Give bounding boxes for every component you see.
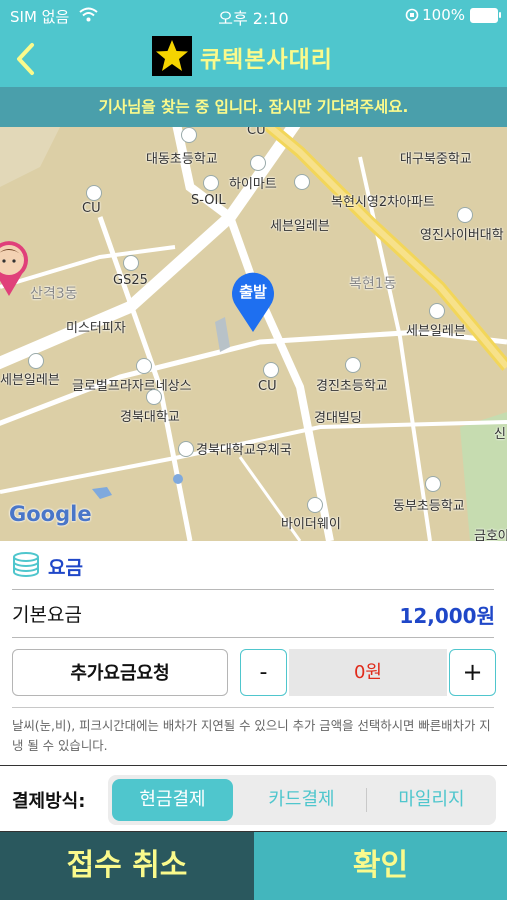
store-poi-icon [86,185,102,201]
base-fare-value: 12,000원 [399,604,495,628]
fuel-poi-icon [203,175,219,191]
base-fare-label: 기본요금 [12,604,82,626]
departure-pin-label: 출발 [239,283,267,301]
searching-driver-banner: 기사님을 찾는 중 입니다. 잠시만 기다려주세요. [0,87,507,127]
fare-section-title: 요금 [48,557,83,579]
map-label-bokhyeon-apt: 복현시영2차아파트 [331,195,435,210]
building-poi-icon [136,358,152,374]
school-poi-icon [457,207,473,223]
decrease-extra-fare-button[interactable]: - [240,649,287,696]
school-poi-icon [425,476,441,492]
map-label-knu: 경북대학교 [120,410,180,425]
map-label-knu-post: 경북대학교우체국 [196,443,292,458]
map-label-mister-pizza: 미스터피자 [66,321,126,336]
store-poi-icon [28,353,44,369]
school-poi-icon [146,389,162,405]
store-poi-icon [307,497,323,513]
extra-fare-request-button[interactable]: 추가요금요청 [12,649,228,696]
google-attribution: Google [9,502,92,526]
divider [12,637,494,638]
map-label-buy-the-way: 바이더웨이 [281,517,341,532]
driver-avatar-marker-icon[interactable] [0,240,30,298]
map-label-sin: 신 [494,427,506,442]
school-poi-icon [181,127,197,143]
map-label-daedong-school: 대동초등학교 [146,152,218,167]
store-poi-icon [263,362,279,378]
map-label-s-oil: S-OIL [191,193,226,208]
divider [12,707,494,708]
app-title: 큐텍본사대리 [200,47,333,73]
logo [152,36,192,76]
store-poi-icon [429,303,445,319]
divider [12,589,494,590]
battery-icon [470,8,501,23]
departure-pin-icon[interactable] [230,270,276,334]
cancel-request-button[interactable]: 접수 취소 [0,832,254,900]
map-label-cu-mid: CU [258,379,277,394]
school-poi-icon [345,357,361,373]
increase-extra-fare-button[interactable]: + [449,649,496,696]
post-office-poi-icon [178,441,194,457]
map-label-hi-mart: 하이마트 [229,177,277,192]
extra-fare-notice: 날씨(눈,비), 피크시간대에는 배차가 지연될 수 있으니 추가 금액을 선택… [12,718,491,753]
map-label-sangyeok3: 산격3동 [30,286,78,302]
coins-stack-icon [13,552,39,577]
map-label-yeongjin-cyber: 영진사이버대학 [420,228,504,243]
payment-option-mileage[interactable]: 마일리지 [371,779,492,821]
map-label-dongbu-school: 동부초등학교 [393,499,465,514]
map-label-seven-eleven-2: 세븐일레븐 [406,324,466,339]
map-label-gyeongjin-school: 경진초등학교 [316,379,388,394]
shop-poi-icon [250,155,266,171]
orientation-lock-icon [405,8,419,22]
payment-method-label: 결제방식: [12,791,86,812]
map-label-daegu-bukjung: 대구북중학교 [400,152,472,167]
confirm-button[interactable]: 확인 [254,832,507,900]
map-label-cu-left: CU [82,201,101,216]
back-chevron-icon[interactable] [12,41,42,77]
map-label-gyeongdae-bldg: 경대빌딩 [314,411,362,426]
battery-percent: 100% [422,6,465,24]
map-label-bokhyeon1: 복현1동 [349,276,397,292]
map-label-cu: CU [247,127,266,138]
map-view[interactable]: CU 대동초등학교 대구북중학교 하이마트 S-OIL 복현시영2차아파트 CU… [0,127,507,541]
map-label-seven-eleven-3: 세븐일레븐 [0,373,60,388]
payment-option-card[interactable]: 카드결제 [241,779,362,821]
payment-option-cash[interactable]: 현금결제 [112,779,233,821]
star-icon [156,40,188,71]
segment-divider [366,788,367,812]
map-label-geumho: 금호아 [474,529,507,541]
store-poi-icon [294,174,310,190]
payment-method-segmented-control: 현금결제 카드결제 마일리지 [108,775,496,825]
store-poi-icon [123,255,139,271]
status-bar: SIM 없음 오후 2:10 100% [0,0,507,30]
map-label-seven-eleven-1: 세븐일레븐 [270,219,330,234]
map-label-global-plaza: 글로벌프라자르네상스 [72,379,192,394]
map-label-gs25: GS25 [113,273,148,288]
extra-fare-amount: 0원 [289,649,447,696]
